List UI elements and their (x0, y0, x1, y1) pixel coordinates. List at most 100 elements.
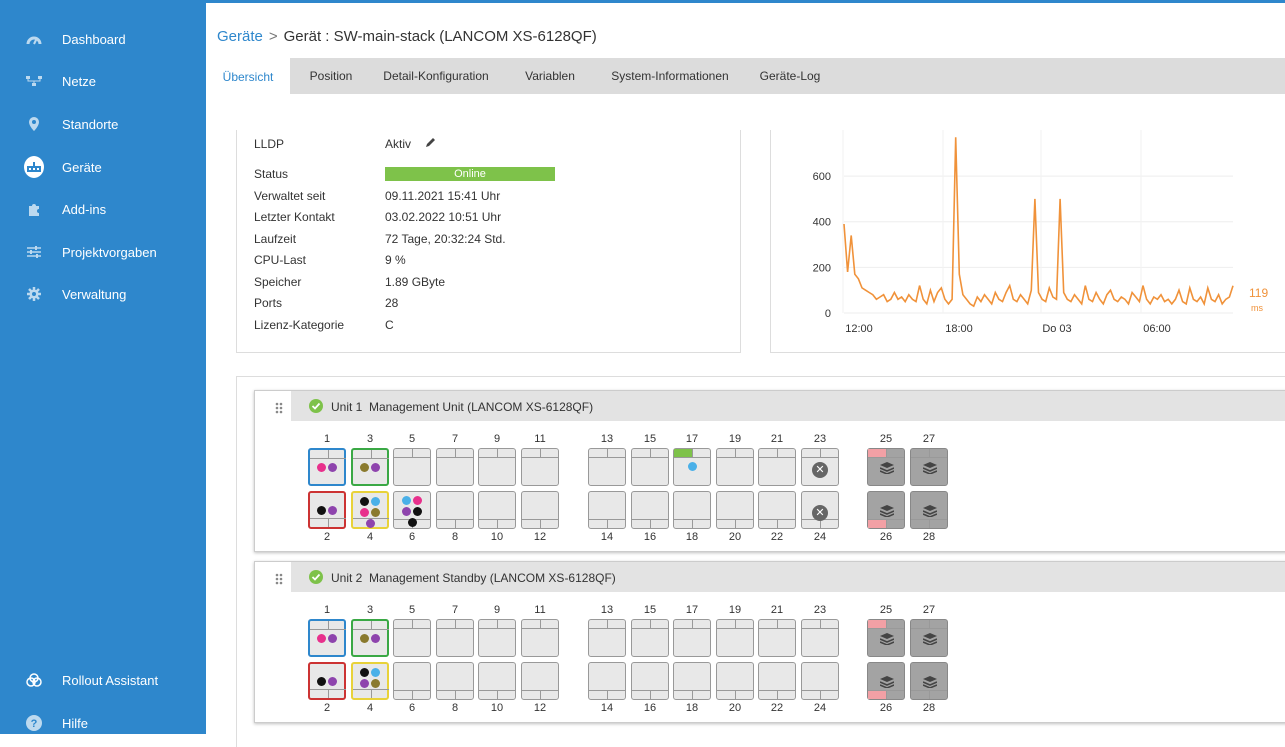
switch-port[interactable] (588, 491, 626, 529)
port-number: 16 (643, 702, 657, 714)
port-divider (692, 620, 693, 628)
tab-detail-konfiguration[interactable]: Detail-Konfiguration (374, 58, 498, 94)
switch-port[interactable] (588, 448, 626, 486)
switch-port[interactable] (308, 491, 346, 529)
switch-port[interactable] (716, 619, 754, 657)
sfp-port[interactable] (867, 619, 905, 657)
port-divider (692, 691, 693, 699)
switch-port[interactable] (758, 491, 796, 529)
nav-rollout-assistant[interactable]: Rollout Assistant (0, 660, 206, 700)
sfp-port[interactable] (867, 491, 905, 529)
unit-header[interactable]: Unit 2 Management Standby (LANCOM XS-612… (291, 562, 1285, 592)
switch-port[interactable] (351, 448, 389, 486)
port-number: 15 (643, 604, 657, 616)
switch-port[interactable] (673, 619, 711, 657)
port-divider (455, 691, 456, 699)
sfp-port[interactable] (910, 662, 948, 700)
tab-system-informationen[interactable]: System-Informationen (602, 58, 738, 94)
switch-port[interactable] (351, 619, 389, 657)
drag-handle-icon[interactable] (275, 402, 283, 414)
edit-pencil-icon[interactable] (425, 136, 437, 151)
switch-port[interactable] (673, 491, 711, 529)
nav-netze[interactable]: Netze (0, 61, 206, 101)
switch-port[interactable] (393, 491, 431, 529)
switch-port[interactable] (521, 448, 559, 486)
switch-port[interactable] (716, 448, 754, 486)
vlan-dot (365, 519, 375, 528)
switch-port[interactable] (436, 491, 474, 529)
switch-port[interactable] (351, 662, 389, 700)
tab-geraete-log[interactable]: Geräte-Log (754, 58, 826, 94)
nav-projektvorgaben[interactable]: Projektvorgaben (0, 232, 206, 272)
switch-port[interactable] (521, 662, 559, 700)
port-divider (328, 450, 329, 458)
switch-port[interactable]: ✕ (801, 491, 839, 529)
switch-port[interactable] (588, 619, 626, 657)
sfp-port[interactable] (867, 448, 905, 486)
port-divider (929, 691, 930, 699)
port-divider (802, 457, 838, 458)
switch-port[interactable] (801, 619, 839, 657)
switch-port[interactable] (436, 619, 474, 657)
switch-port[interactable] (631, 619, 669, 657)
sfp-port[interactable] (910, 491, 948, 529)
vlan-dot (371, 508, 380, 517)
breadcrumb-current: Gerät : SW-main-stack (LANCOM XS-6128QF) (283, 28, 597, 45)
port-divider (437, 457, 473, 458)
nav-standorte[interactable]: Standorte (0, 104, 206, 144)
switch-port[interactable] (393, 619, 431, 657)
nav-geraete[interactable]: Geräte (0, 147, 206, 187)
switch-port[interactable] (588, 662, 626, 700)
sfp-port[interactable] (867, 662, 905, 700)
switch-port[interactable] (308, 662, 346, 700)
switch-port[interactable] (673, 662, 711, 700)
vlan-dot (413, 507, 422, 516)
breadcrumb-parent-link[interactable]: Geräte (217, 28, 263, 45)
port-divider (412, 691, 413, 699)
port-divider (310, 518, 346, 519)
port-number: 10 (490, 531, 504, 543)
switch-port[interactable] (478, 448, 516, 486)
tab-position[interactable]: Position (300, 58, 362, 94)
switch-port[interactable] (478, 619, 516, 657)
switch-port[interactable] (393, 448, 431, 486)
layers-icon (879, 505, 895, 520)
switch-port[interactable] (478, 662, 516, 700)
switch-port[interactable] (631, 448, 669, 486)
nav-verwaltung[interactable]: Verwaltung (0, 274, 206, 314)
switch-port[interactable] (351, 491, 389, 529)
sfp-port[interactable] (910, 448, 948, 486)
location-pin-icon (24, 114, 44, 134)
switch-port[interactable] (758, 662, 796, 700)
nav-addins[interactable]: Add-ins (0, 189, 206, 229)
switch-port[interactable] (631, 491, 669, 529)
switch-port[interactable] (673, 448, 711, 486)
port-divider (868, 628, 904, 629)
port-divider (886, 449, 887, 457)
switch-port[interactable]: ✕ (801, 448, 839, 486)
switch-port[interactable] (308, 448, 346, 486)
nav-hilfe[interactable]: ? Hilfe (0, 703, 206, 743)
switch-port[interactable] (521, 491, 559, 529)
switch-port[interactable] (436, 662, 474, 700)
switch-port[interactable] (308, 619, 346, 657)
switch-port[interactable] (521, 619, 559, 657)
port-divider (674, 628, 710, 629)
switch-port[interactable] (758, 448, 796, 486)
switch-port[interactable] (801, 662, 839, 700)
switch-port[interactable] (436, 448, 474, 486)
switch-port[interactable] (478, 491, 516, 529)
switch-port[interactable] (758, 619, 796, 657)
info-label: Ports (254, 296, 283, 310)
switch-port[interactable] (716, 491, 754, 529)
switch-port[interactable] (393, 662, 431, 700)
tab-variablen[interactable]: Variablen (518, 58, 582, 94)
sfp-alert-indicator (868, 520, 886, 528)
tab-uebersicht[interactable]: Übersicht (206, 58, 290, 95)
drag-handle-icon[interactable] (275, 573, 283, 585)
unit-header[interactable]: Unit 1 Management Unit (LANCOM XS-6128QF… (291, 391, 1285, 421)
switch-port[interactable] (631, 662, 669, 700)
switch-port[interactable] (716, 662, 754, 700)
nav-dashboard[interactable]: Dashboard (0, 19, 206, 59)
sfp-port[interactable] (910, 619, 948, 657)
